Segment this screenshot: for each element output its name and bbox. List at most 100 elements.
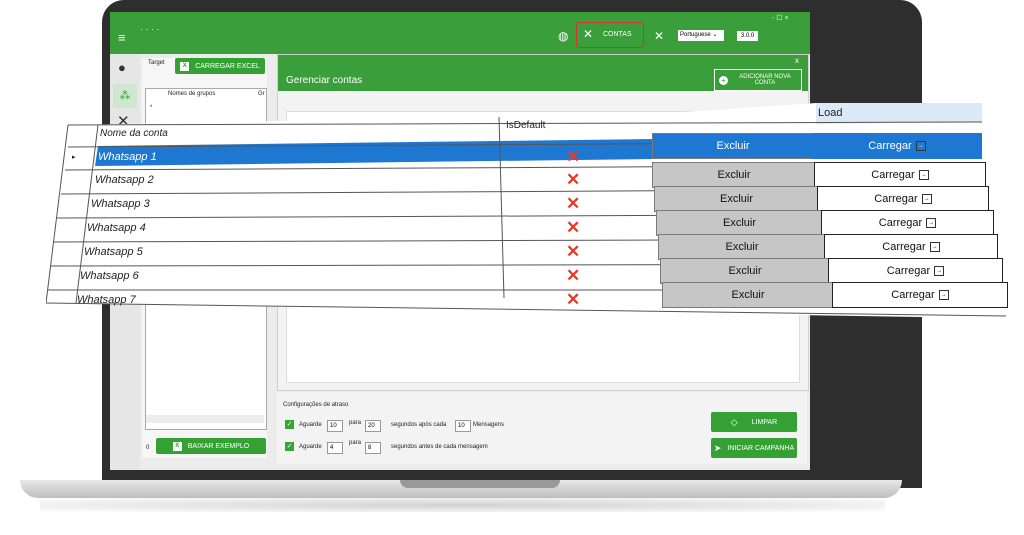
account-name-cell[interactable]: Whatsapp 4 bbox=[87, 222, 146, 234]
start-campaign-label: INICIAR CAMPANHA bbox=[727, 444, 795, 452]
load-excel-label: CARREGAR EXCEL bbox=[195, 62, 260, 70]
aguarde-label: Aguarde bbox=[299, 422, 322, 428]
load-account-button[interactable]: Carregar → bbox=[821, 210, 994, 236]
user-icon[interactable]: ● bbox=[118, 60, 126, 75]
row1-min-input[interactable]: 10 bbox=[327, 420, 343, 432]
horizontal-scrollbar[interactable] bbox=[146, 415, 264, 423]
para-label-2: para bbox=[349, 440, 362, 446]
mensagens-label: Mensagens bbox=[473, 422, 505, 428]
load-label: Carregar bbox=[886, 265, 931, 277]
group-column-header-2: Gr bbox=[258, 91, 265, 97]
delete-account-button[interactable]: Excluir bbox=[654, 186, 819, 212]
accounts-grid: Nome da conta IsDefault Load ▸ Whatsapp … bbox=[46, 103, 1008, 318]
delay-row2-checkbox[interactable]: ✓ bbox=[285, 442, 294, 451]
dialog-header: Gerenciar contas x + ADICIONAR NOVA CONT… bbox=[278, 55, 808, 91]
clear-label: LIMPAR bbox=[751, 418, 778, 426]
isdefault-false-icon[interactable]: ✕ bbox=[566, 194, 580, 214]
plus-icon: + bbox=[719, 75, 728, 85]
load-account-button[interactable]: Carregar → bbox=[812, 133, 982, 159]
add-account-button[interactable]: + ADICIONAR NOVA CONTA bbox=[714, 69, 802, 91]
delay-title: Configurações de atraso bbox=[283, 402, 349, 408]
version-badge: 3.0.0 bbox=[737, 31, 758, 41]
laptop-notch bbox=[400, 480, 560, 488]
load-label: Carregar bbox=[878, 217, 923, 229]
load-icon: → bbox=[926, 218, 937, 228]
column-header-isdefault[interactable]: IsDefault bbox=[506, 120, 545, 131]
load-label: Carregar bbox=[891, 289, 935, 301]
app-name-dots: · · · · bbox=[140, 24, 160, 34]
settings-tools-icon[interactable]: ✕ bbox=[654, 29, 664, 43]
after-label: segundos após cada bbox=[391, 422, 447, 428]
contas-button[interactable]: ✕ CONTAS bbox=[576, 22, 644, 48]
globe-icon[interactable]: ◍ bbox=[558, 29, 568, 43]
load-account-button[interactable]: Carregar → bbox=[824, 234, 998, 260]
title-bar: ≡ · · · · ◍ ✕ CONTAS ✕ Portuguese ⌄ 3.0.… bbox=[110, 12, 810, 54]
load-label: Carregar bbox=[882, 241, 926, 253]
download-example-button[interactable]: X BAIXAR EXEMPLO bbox=[156, 438, 266, 454]
column-header-name[interactable]: Nome da conta bbox=[100, 128, 168, 139]
account-name-cell[interactable]: Whatsapp 7 bbox=[77, 294, 136, 306]
send-icon: ➤ bbox=[713, 442, 722, 453]
load-icon: → bbox=[934, 266, 945, 276]
hamburger-menu-icon[interactable]: ≡ bbox=[118, 30, 126, 45]
load-account-button[interactable]: Carregar → bbox=[828, 258, 1003, 284]
delete-account-button[interactable]: Excluir bbox=[652, 162, 816, 188]
account-name-cell[interactable]: Whatsapp 1 bbox=[98, 151, 157, 163]
para-label: para bbox=[349, 420, 362, 426]
language-select[interactable]: Portuguese ⌄ bbox=[678, 30, 724, 41]
account-name-cell[interactable]: Whatsapp 3 bbox=[91, 198, 150, 210]
load-icon: → bbox=[921, 194, 932, 204]
row1-max-input[interactable]: 20 bbox=[365, 420, 381, 432]
clear-button[interactable]: ◇ LIMPAR bbox=[711, 412, 797, 432]
row2-min-input[interactable]: 4 bbox=[327, 442, 343, 454]
language-value: Portuguese bbox=[680, 32, 711, 38]
tools-icon: ✕ bbox=[583, 27, 594, 41]
excel-icon: X bbox=[172, 441, 182, 451]
delete-account-button[interactable]: Excluir bbox=[662, 282, 834, 308]
aguarde-label-2: Aguarde bbox=[299, 444, 322, 450]
isdefault-false-icon[interactable]: ✕ bbox=[566, 290, 580, 310]
row2-max-input[interactable]: 8 bbox=[365, 442, 381, 454]
account-name-cell[interactable]: Whatsapp 2 bbox=[95, 174, 154, 186]
load-label: Carregar bbox=[874, 193, 918, 205]
delay-settings: Configurações de atraso ✓ Aguarde 10 par… bbox=[277, 392, 807, 464]
target-label: Target bbox=[148, 60, 165, 66]
load-icon: → bbox=[915, 141, 926, 151]
load-icon: → bbox=[918, 170, 929, 180]
dialog-title: Gerenciar contas bbox=[286, 75, 363, 86]
delete-account-button[interactable]: Excluir bbox=[652, 133, 814, 159]
isdefault-false-icon[interactable]: ✕ bbox=[566, 266, 580, 286]
message-count-input[interactable]: 10 bbox=[455, 420, 471, 432]
load-account-button[interactable]: Carregar → bbox=[817, 186, 989, 212]
delay-row1-checkbox[interactable]: ✓ bbox=[285, 420, 294, 429]
load-account-button[interactable]: Carregar → bbox=[814, 162, 986, 188]
start-campaign-button[interactable]: ➤ INICIAR CAMPANHA bbox=[711, 438, 797, 458]
load-icon: → bbox=[938, 290, 949, 300]
column-header-load[interactable]: Load bbox=[818, 107, 842, 119]
laptop-shadow bbox=[40, 498, 885, 512]
window-controls[interactable]: - ☐ × bbox=[772, 14, 789, 22]
eraser-icon: ◇ bbox=[730, 416, 738, 427]
delete-account-button[interactable]: Excluir bbox=[660, 258, 830, 284]
load-account-button[interactable]: Carregar → bbox=[832, 282, 1008, 308]
account-name-cell[interactable]: Whatsapp 6 bbox=[80, 270, 139, 282]
group-column-header: Nomes de grupos bbox=[168, 91, 216, 97]
account-name-cell[interactable]: Whatsapp 5 bbox=[84, 246, 143, 258]
add-account-label: ADICIONAR NOVA CONTA bbox=[739, 74, 791, 86]
load-excel-button[interactable]: X CARREGAR EXCEL bbox=[175, 58, 265, 74]
close-icon[interactable]: x bbox=[795, 56, 799, 65]
load-label: Carregar bbox=[868, 140, 912, 152]
current-row-indicator-icon: ▸ bbox=[72, 154, 76, 161]
excel-icon: X bbox=[180, 61, 190, 71]
isdefault-false-icon[interactable]: ✕ bbox=[566, 170, 580, 190]
load-icon: → bbox=[929, 242, 940, 252]
chevron-down-icon: ⌄ bbox=[710, 32, 718, 38]
isdefault-false-icon[interactable]: ✕ bbox=[566, 147, 580, 167]
isdefault-false-icon[interactable]: ✕ bbox=[566, 218, 580, 238]
load-label: Carregar bbox=[871, 169, 915, 181]
isdefault-false-icon[interactable]: ✕ bbox=[566, 242, 580, 262]
delete-account-button[interactable]: Excluir bbox=[656, 210, 823, 236]
download-example-label: BAIXAR EXEMPLO bbox=[187, 442, 250, 450]
row-count: 0 bbox=[146, 445, 150, 451]
delete-account-button[interactable]: Excluir bbox=[658, 234, 826, 260]
